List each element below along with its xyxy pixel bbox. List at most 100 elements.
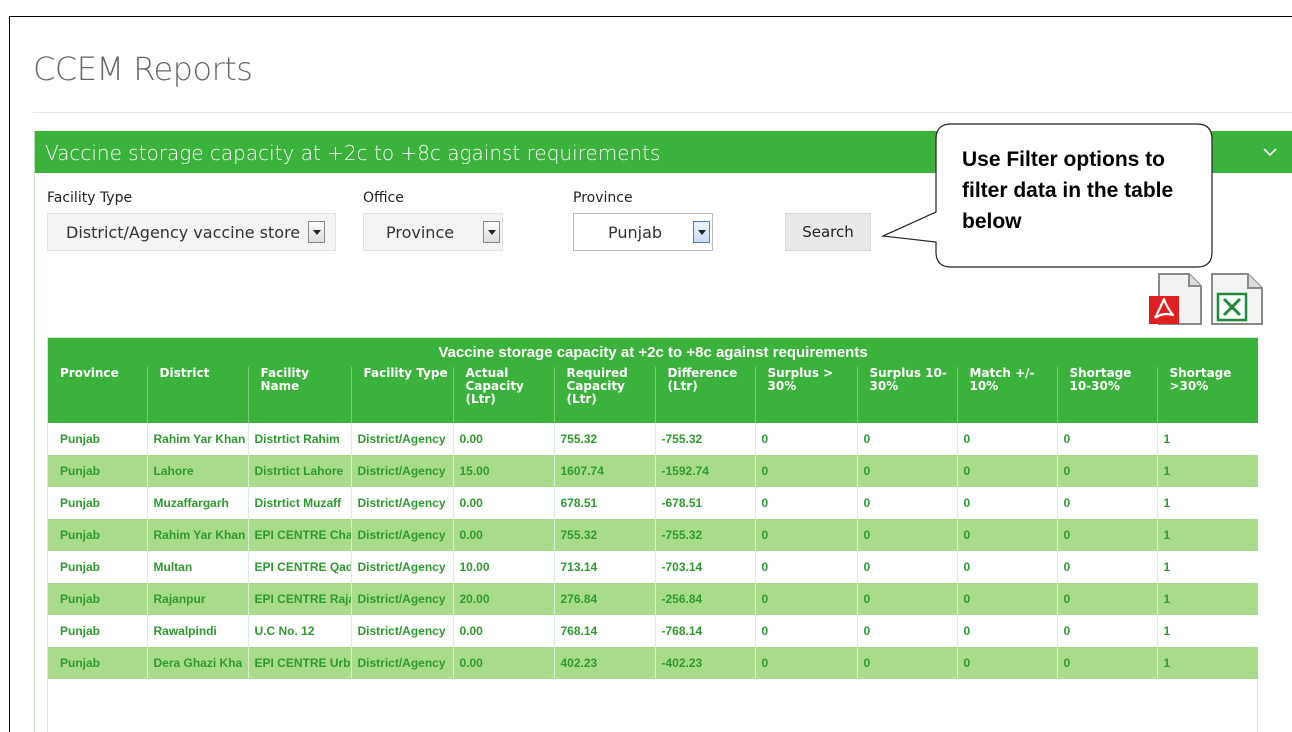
table-cell: 0.00 [452,487,554,519]
province-label: Province [573,190,633,206]
table-cell: 768.14 [553,615,655,647]
facility-type-select[interactable]: District/Agency vaccine store [47,213,336,251]
table-cell: U.C No. 12 [247,615,351,647]
title-divider [33,112,1292,113]
table-cell: 0 [956,423,1057,455]
table-row[interactable]: Punjab Muzaffargarh Distrtict Muzaff Distri… [48,487,1258,519]
table-cell: District/Agency [350,519,453,551]
table-row[interactable]: Punjab Rahim Yar Khan EPI CENTRE Cha Distri… [48,519,1258,551]
table-cell: Muzaffargarh [146,487,248,519]
table-cell: Punjab [48,487,147,519]
table-cell: 0 [754,647,857,679]
table-cell: 0 [1056,519,1157,551]
frame-left-border [9,16,10,732]
table-cell: Punjab [48,583,147,615]
table-caption: Vaccine storage capacity at +2c to +8c a… [48,338,1258,367]
table-cell: 0 [856,519,957,551]
dropdown-arrow-icon[interactable] [308,221,325,243]
facility-type-label: Facility Type [47,190,133,206]
table-cell: Multan [146,551,248,583]
column-header: Actual Capacity (Ltr) [452,367,554,423]
table-cell: 0 [754,487,857,519]
table-row[interactable]: Punjab Dera Ghazi Kha EPI CENTRE Urb Distri… [48,647,1258,679]
table-cell: -1592.74 [654,455,755,487]
table-cell: 276.84 [553,583,655,615]
province-value: Punjab [608,223,663,242]
search-button[interactable]: Search [785,213,871,251]
table-cell: Punjab [48,551,147,583]
table-cell: Distrtict Muzaff [247,487,351,519]
table-cell: 1607.74 [553,455,655,487]
column-header: District [146,367,248,423]
table-cell: EPI CENTRE Cha [247,519,351,551]
table-cell: Rajanpur [146,583,248,615]
table-cell: District/Agency [350,583,453,615]
table-cell: Punjab [48,455,147,487]
table-cell: District/Agency [350,455,453,487]
column-header: Shortage 10-30% [1056,367,1157,423]
table-cell: Rawalpindi [146,615,248,647]
table-row[interactable]: Punjab Rahim Yar Khan Distrtict Rahim Distr… [48,423,1258,455]
table-cell: 20.00 [452,583,554,615]
table-cell: 10.00 [452,551,554,583]
table-cell: Rahim Yar Khan [146,423,248,455]
table-cell: 0 [956,487,1057,519]
panel-title: Vaccine storage capacity at +2c to +8c a… [45,141,661,165]
table-cell: 678.51 [553,487,655,519]
table-row[interactable]: Punjab Rawalpindi U.C No. 12 District/Agenc… [48,615,1258,647]
table-cell: Dera Ghazi Kha [146,647,248,679]
column-header: Surplus > 30% [754,367,857,423]
table-cell: 0 [856,423,957,455]
table-cell: 1 [1156,647,1258,679]
table-cell: District/Agency [350,487,453,519]
table-cell: 0 [956,583,1057,615]
table-cell: 0 [956,551,1057,583]
table-cell: EPI CENTRE Qad [247,551,351,583]
table-row[interactable]: Punjab Multan EPI CENTRE Qad District/Agenc… [48,551,1258,583]
table-cell: 0.00 [452,647,554,679]
report-table: Vaccine storage capacity at +2c to +8c a… [48,338,1258,679]
table-cell: -256.84 [654,583,755,615]
table-cell: 1 [1156,423,1258,455]
table-cell: -678.51 [654,487,755,519]
table-cell: 0 [1056,487,1157,519]
report-table-container: Vaccine storage capacity at +2c to +8c a… [47,337,1258,732]
facility-type-value: District/Agency vaccine store [66,223,301,242]
table-cell: District/Agency [350,647,453,679]
table-cell: 1 [1156,615,1258,647]
frame-top-border [9,16,1292,17]
pdf-export-icon[interactable] [1147,272,1205,326]
table-cell: 0 [1056,455,1157,487]
excel-export-icon[interactable] [1208,272,1266,326]
table-cell: 0 [956,455,1057,487]
table-cell: 755.32 [553,423,655,455]
office-select[interactable]: Province [363,213,503,251]
column-header: Facility Name [247,367,351,423]
table-row[interactable]: Punjab Lahore Distrtict Lahore District/Age… [48,455,1258,487]
table-cell: Rahim Yar Khan [146,519,248,551]
dropdown-arrow-icon[interactable] [483,221,500,243]
table-cell: 0 [856,647,957,679]
column-header: Match +/- 10% [956,367,1057,423]
column-header: Shortage >30% [1156,367,1258,423]
callout-text: Use Filter options to filter data in the… [962,148,1174,233]
province-select[interactable]: Punjab [573,213,713,251]
table-cell: 15.00 [452,455,554,487]
table-cell: Distrtict Lahore [247,455,351,487]
chevron-down-icon[interactable] [1261,143,1279,161]
table-cell: 1 [1156,519,1258,551]
table-cell: -703.14 [654,551,755,583]
table-cell: EPI CENTRE Raja [247,583,351,615]
table-cell: 1 [1156,583,1258,615]
page-title: CCEM Reports [33,50,253,88]
dropdown-arrow-icon[interactable] [693,221,710,243]
table-cell: 0 [856,551,957,583]
table-cell: 0 [754,519,857,551]
table-cell: 0 [754,423,857,455]
table-cell: District/Agency [350,615,453,647]
table-cell: 0 [754,551,857,583]
table-row[interactable]: Punjab Rajanpur EPI CENTRE Raja District/Ag… [48,583,1258,615]
table-cell: 0 [856,455,957,487]
table-cell: 0 [956,647,1057,679]
table-cell: -755.32 [654,519,755,551]
